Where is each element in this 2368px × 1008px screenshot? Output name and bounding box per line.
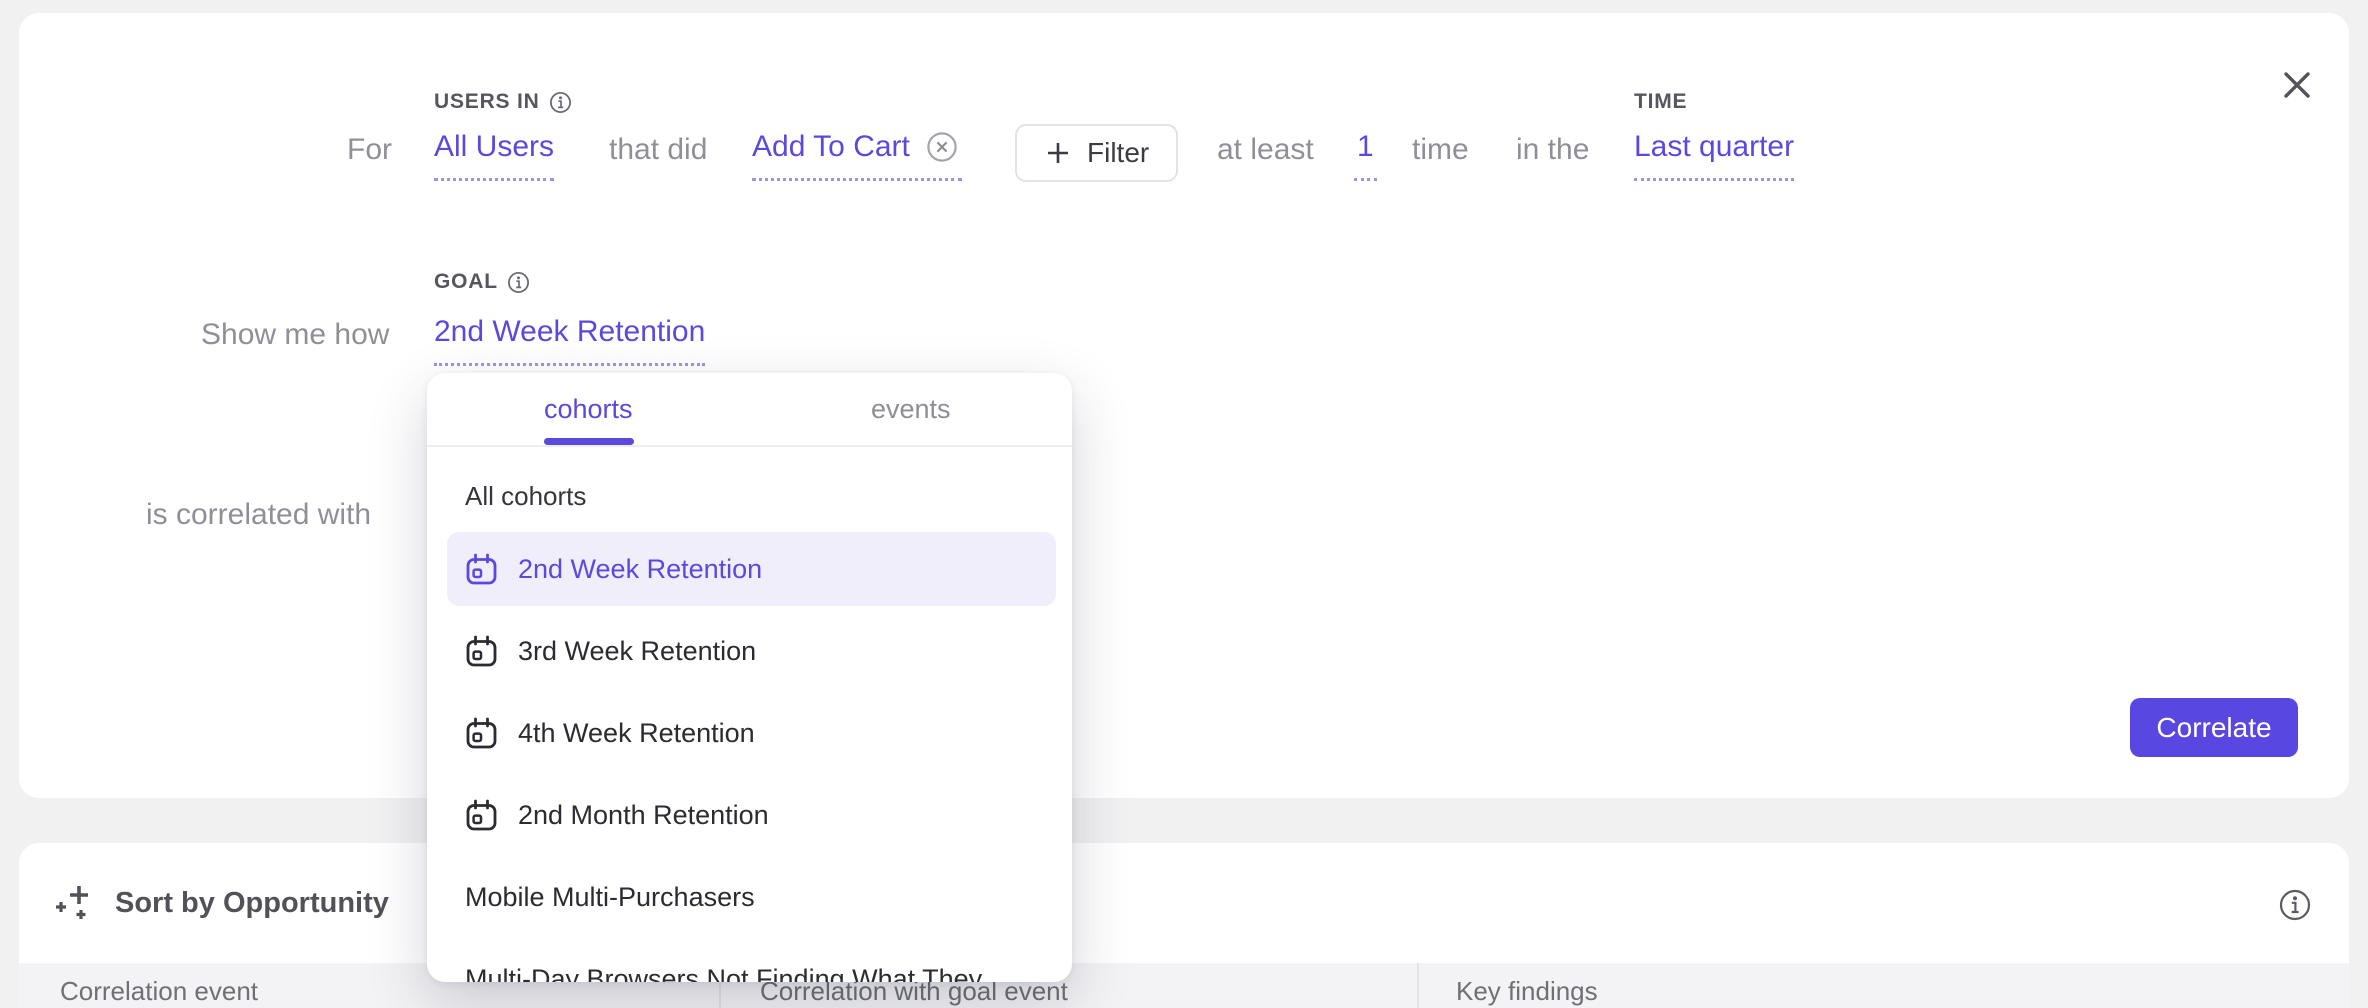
remove-event-icon[interactable] bbox=[922, 127, 962, 167]
calendar-icon bbox=[465, 717, 498, 750]
users-in-label: USERS IN bbox=[434, 90, 572, 114]
column-header-correlation-event[interactable]: Correlation event bbox=[60, 976, 258, 1007]
sort-button-label: Sort by Opportunity bbox=[115, 887, 389, 920]
for-word: For bbox=[347, 133, 392, 167]
column-divider bbox=[1417, 963, 1419, 1008]
list-item-mobile-multi-purchasers[interactable]: Mobile Multi-Purchasers bbox=[447, 860, 1056, 934]
active-tab-indicator bbox=[544, 438, 634, 445]
goal-label: GOAL bbox=[434, 270, 530, 294]
list-item-label: Multi-Day Browsers Not Finding What They bbox=[465, 964, 982, 983]
time-word: time bbox=[1412, 133, 1469, 167]
list-item-label: 2nd Week Retention bbox=[518, 554, 762, 585]
plus-icon bbox=[1044, 139, 1072, 167]
users-in-label-text: USERS IN bbox=[434, 90, 540, 114]
calendar-icon bbox=[465, 799, 498, 832]
query-builder-card bbox=[19, 13, 2349, 798]
goal-label-text: GOAL bbox=[434, 270, 498, 294]
results-panel: Sort by Opportunity Correlation event Co… bbox=[19, 843, 2349, 1008]
list-item-2nd-week-retention[interactable]: 2nd Week Retention bbox=[447, 532, 1056, 606]
results-table-header: Correlation event Correlation with goal … bbox=[19, 963, 2349, 1008]
cohort-list: 2nd Week Retention 3rd Week Retention bbox=[447, 532, 1056, 982]
count-selector[interactable]: 1 bbox=[1354, 130, 1377, 181]
event-selector[interactable]: Add To Cart bbox=[752, 127, 962, 181]
info-icon[interactable] bbox=[549, 91, 572, 114]
column-header-key-findings[interactable]: Key findings bbox=[1456, 976, 1598, 1007]
count-value: 1 bbox=[1357, 130, 1374, 164]
time-label-text: TIME bbox=[1634, 90, 1687, 114]
cohort-selector[interactable]: All Users bbox=[434, 130, 554, 181]
show-me-how-word: Show me how bbox=[201, 318, 389, 352]
results-info-button[interactable] bbox=[2272, 882, 2318, 928]
calendar-icon bbox=[465, 635, 498, 668]
at-least-word: at least bbox=[1217, 133, 1314, 167]
info-icon[interactable] bbox=[507, 271, 530, 294]
add-filter-button[interactable]: Filter bbox=[1015, 124, 1178, 182]
list-item-3rd-week-retention[interactable]: 3rd Week Retention bbox=[447, 614, 1056, 688]
list-item-multi-day-browsers[interactable]: Multi-Day Browsers Not Finding What They bbox=[447, 942, 1056, 982]
list-item-4th-week-retention[interactable]: 4th Week Retention bbox=[447, 696, 1056, 770]
is-correlated-with-word: is correlated with bbox=[146, 498, 371, 532]
calendar-icon bbox=[465, 553, 498, 586]
filter-button-label: Filter bbox=[1087, 137, 1149, 169]
close-button[interactable] bbox=[2271, 59, 2323, 111]
time-range-selector[interactable]: Last quarter bbox=[1634, 130, 1794, 181]
list-item-2nd-month-retention[interactable]: 2nd Month Retention bbox=[447, 778, 1056, 852]
goal-selector[interactable]: 2nd Week Retention bbox=[434, 315, 705, 366]
time-label: TIME bbox=[1634, 90, 1687, 114]
cohort-section-label: All cohorts bbox=[465, 481, 586, 512]
correlation-builder-page: USERS IN For All Users that did Add To C… bbox=[0, 0, 2368, 1008]
dropdown-tabs: cohorts events bbox=[427, 373, 1072, 447]
cohort-value: All Users bbox=[434, 130, 554, 164]
list-item-label: Mobile Multi-Purchasers bbox=[465, 882, 755, 913]
that-did-word: that did bbox=[609, 133, 707, 167]
sparkle-icon bbox=[52, 880, 98, 926]
event-value: Add To Cart bbox=[752, 130, 910, 164]
info-icon bbox=[2278, 888, 2312, 922]
goal-picker-dropdown: cohorts events All cohorts 2nd Week Rete… bbox=[427, 373, 1072, 982]
correlate-button[interactable]: Correlate bbox=[2130, 698, 2298, 757]
time-range-value: Last quarter bbox=[1634, 130, 1794, 164]
list-item-label: 4th Week Retention bbox=[518, 718, 755, 749]
tab-events[interactable]: events bbox=[750, 373, 1073, 445]
list-item-label: 2nd Month Retention bbox=[518, 800, 769, 831]
tab-cohorts[interactable]: cohorts bbox=[427, 373, 750, 445]
in-the-word: in the bbox=[1516, 133, 1589, 167]
list-item-label: 3rd Week Retention bbox=[518, 636, 756, 667]
close-icon bbox=[2281, 69, 2313, 101]
goal-value: 2nd Week Retention bbox=[434, 315, 705, 349]
sort-by-opportunity-button[interactable]: Sort by Opportunity bbox=[52, 880, 389, 926]
